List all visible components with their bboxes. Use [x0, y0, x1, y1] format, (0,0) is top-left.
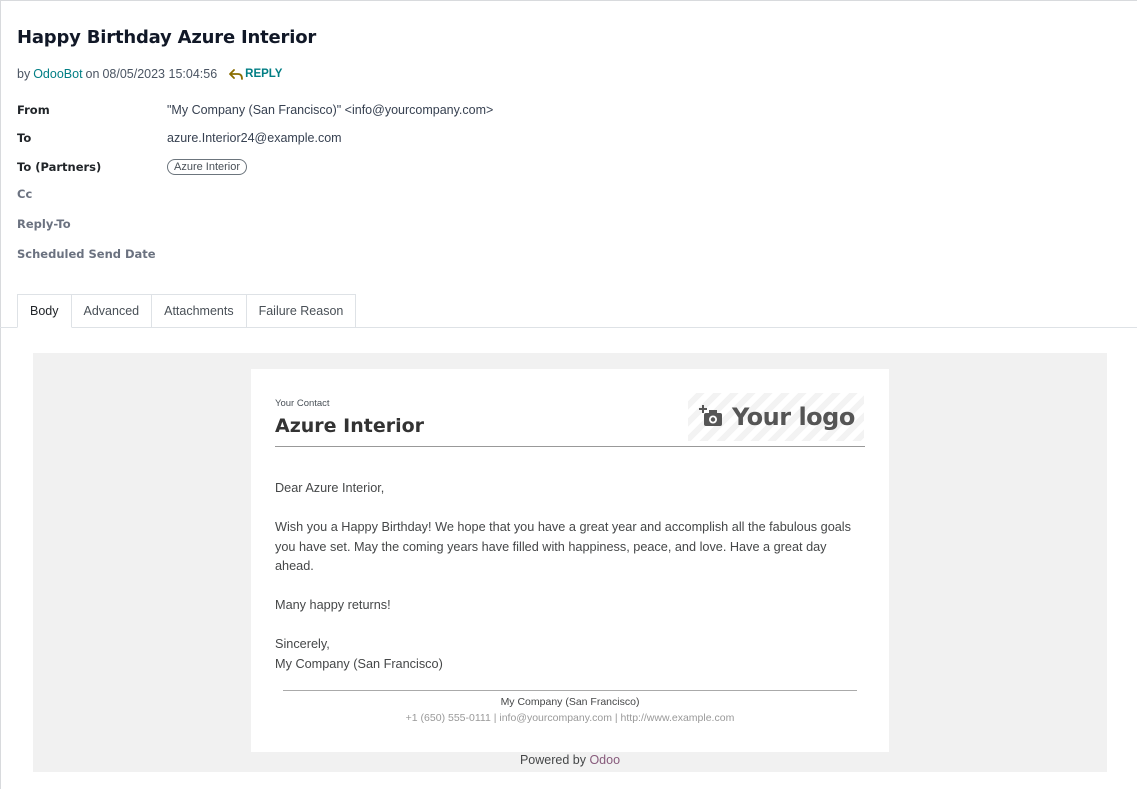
- to-label: To: [17, 131, 32, 145]
- scheduled-row: Scheduled Send Date: [17, 247, 167, 261]
- reply-to-row: Reply-To: [17, 217, 167, 231]
- from-value: "My Company (San Francisco)" <info@yourc…: [167, 103, 494, 117]
- logo-text: Your logo: [732, 403, 855, 431]
- powered-by: Powered by Odoo: [0, 753, 1137, 767]
- tab-body[interactable]: Body: [17, 294, 72, 328]
- header-divider: [275, 446, 865, 447]
- odoo-link[interactable]: Odoo: [589, 753, 620, 767]
- author-link[interactable]: OdooBot: [33, 67, 82, 81]
- mail-date: 08/05/2023 15:04:56: [102, 67, 218, 81]
- reply-button[interactable]: REPLY: [229, 68, 282, 80]
- reply-label: REPLY: [245, 68, 283, 80]
- mail-subject: Happy Birthday Azure Interior: [17, 27, 317, 48]
- scheduled-send-date-label: Scheduled Send Date: [17, 247, 156, 261]
- contact-label: Your Contact: [275, 398, 330, 409]
- notebook-tabs: Body Advanced Attachments Failure Reason: [17, 294, 357, 328]
- footer-company: My Company (San Francisco): [500, 696, 640, 708]
- cc-label: Cc: [17, 187, 33, 201]
- birthday-message: Wish you a Happy Birthday! We hope that …: [275, 520, 851, 573]
- footer-divider: [283, 690, 857, 691]
- to-partners-label: To (Partners): [17, 160, 102, 174]
- email-content: Dear Azure Interior, Wish you a Happy Bi…: [275, 479, 865, 674]
- email-card: Your Contact Azure Interior Your logo De…: [251, 369, 889, 752]
- camera-plus-icon: [699, 405, 722, 426]
- to-row: To azure.Interior24@example.com: [17, 131, 342, 145]
- wishes: Many happy returns!: [275, 598, 391, 612]
- greeting: Dear Azure Interior,: [275, 481, 385, 495]
- to-partners-row: To (Partners) Azure Interior: [17, 159, 248, 175]
- partner-tag-azure-interior[interactable]: Azure Interior: [167, 159, 248, 175]
- closing: Sincerely,: [275, 637, 330, 651]
- mail-meta: by OdooBot on 08/05/2023 15:04:56 REPLY: [17, 67, 282, 81]
- powered-by-text: Powered by: [519, 753, 586, 767]
- tab-failure-reason[interactable]: Failure Reason: [246, 294, 357, 328]
- reply-to-label: Reply-To: [17, 217, 71, 231]
- footer-contact: +1 (650) 555-0111 | info@yourcompany.com…: [405, 712, 735, 724]
- from-label: From: [17, 103, 50, 117]
- from-row: From "My Company (San Francisco)" <info@…: [17, 103, 493, 117]
- reply-icon: [229, 68, 244, 80]
- to-value: azure.Interior24@example.com: [167, 131, 342, 145]
- contact-name: Azure Interior: [275, 415, 425, 437]
- tab-attachments[interactable]: Attachments: [152, 294, 247, 328]
- signature: My Company (San Francisco): [275, 656, 443, 671]
- tab-advanced[interactable]: Advanced: [71, 294, 153, 328]
- cc-row: Cc: [17, 187, 167, 201]
- company-logo-placeholder: Your logo: [688, 393, 864, 441]
- by-text: by: [17, 67, 31, 81]
- on-text: on: [85, 67, 100, 81]
